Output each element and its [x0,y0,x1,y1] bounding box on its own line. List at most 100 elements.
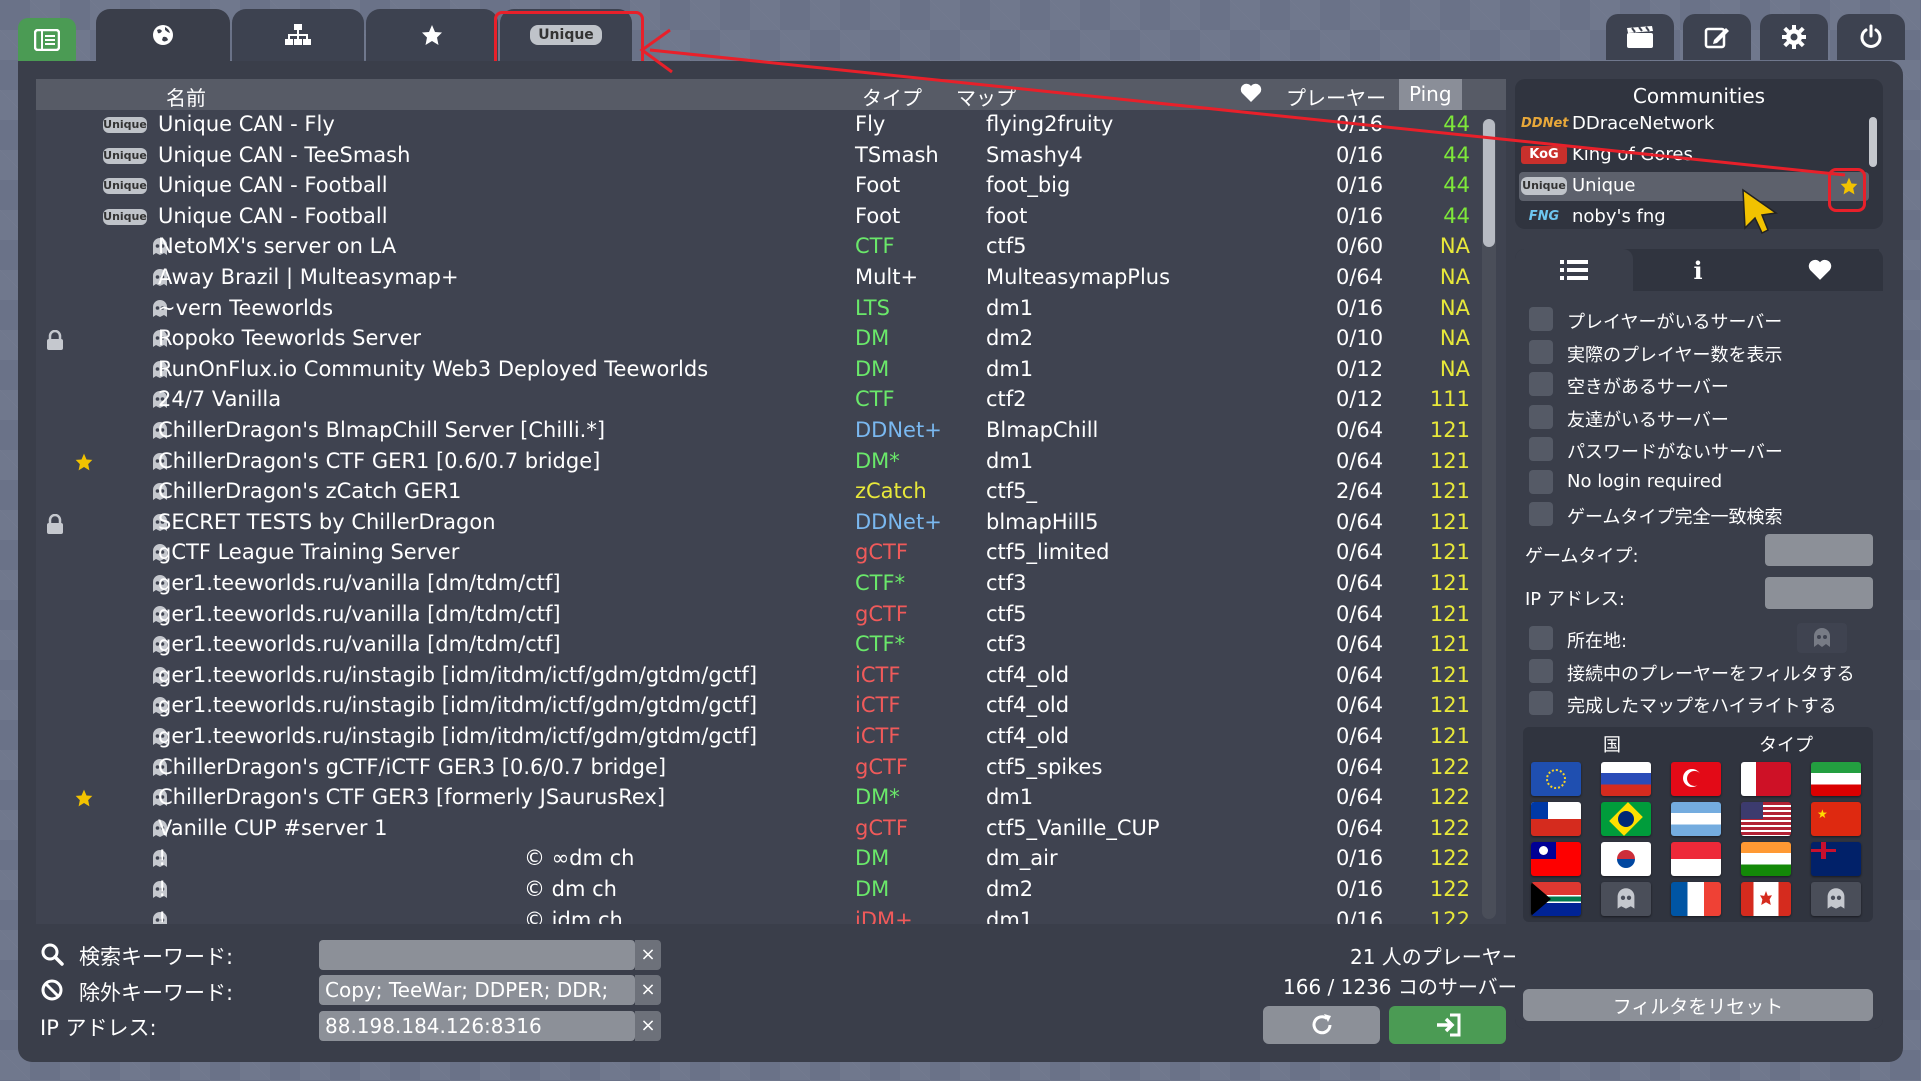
ip-filter-input[interactable] [1765,577,1873,609]
server-row[interactable]: 24/7 Vanilla CTF ctf2 0/12 111 [36,385,1506,416]
server-row[interactable]: Unique Unique CAN - Football Foot foot_big 0… [36,171,1506,202]
filter-checkbox[interactable] [1529,307,1553,331]
france-flag-icon[interactable] [1671,882,1721,916]
list-scrollbar[interactable] [1482,119,1496,919]
type-tab[interactable]: タイプ [1759,731,1813,757]
connect-button[interactable] [1389,1006,1506,1044]
quit-button[interactable] [1837,14,1905,60]
community-item[interactable]: KoG King of Gores [1519,141,1869,170]
server-row[interactable]: ChillerDragon's CTF GER1 [0.6/0.7 bridge… [36,447,1506,478]
filter-checkbox[interactable] [1529,437,1553,461]
server-row[interactable]: ! © idm ch iDM+ dm1 0/16 122 [36,906,1506,924]
server-row[interactable]: ger1.teeworlds.ru/instagib [idm/itdm/ict… [36,722,1506,753]
server-row[interactable]: Away Brazil | Multeasymap+ Mult+ Multeasym… [36,263,1506,294]
server-row[interactable]: ! © ∞dm ch DM dm_air 0/16 122 [36,844,1506,875]
usa-flag-icon[interactable] [1741,802,1791,836]
server-players: 0/16 [1336,907,1384,924]
server-row[interactable]: ChillerDragon's gCTF/iCTF GER3 [0.6/0.7 … [36,753,1506,784]
search-clear-button[interactable]: × [635,940,661,970]
communities-scrollbar[interactable] [1869,117,1877,167]
server-row[interactable]: Unique Unique CAN - Football Foot foot 0/16 4… [36,202,1506,233]
server-row[interactable]: ger1.teeworlds.ru/vanilla [dm/tdm/ctf] CT… [36,630,1506,661]
server-row[interactable]: Unique Unique CAN - TeeSmash TSmash Smashy4… [36,141,1506,172]
location-checkbox[interactable] [1529,626,1553,650]
editor-button[interactable] [1683,14,1751,60]
server-row[interactable]: ger1.teeworlds.ru/instagib [idm/itdm/ict… [36,691,1506,722]
iran-flag-icon[interactable] [1811,762,1861,796]
bahrain-flag-icon[interactable] [1741,762,1791,796]
community-item[interactable]: Unique Unique [1519,172,1869,201]
column-type[interactable]: タイプ [862,82,922,111]
server-row[interactable]: Vanille CUP #server 1 gCTF ctf5_Vanille_CU… [36,814,1506,845]
server-row[interactable]: ChillerDragon's CTF GER3 [formerly JSaur… [36,783,1506,814]
singapore-flag-icon[interactable] [1671,842,1721,876]
filter-checkbox[interactable] [1529,502,1553,526]
tab-lan[interactable] [232,9,364,61]
unknown-flag-icon[interactable] [1811,882,1861,916]
column-friends[interactable] [1240,83,1262,108]
settings-button[interactable] [1760,14,1828,60]
reset-filter-button[interactable]: フィルタをリセット [1523,989,1873,1021]
filter-connecting-checkbox[interactable] [1529,659,1553,683]
server-browser-tab[interactable] [18,18,76,61]
highlight-finished-checkbox[interactable] [1529,691,1553,715]
server-row[interactable]: Unique Unique CAN - Fly Fly flying2fruity 0/… [36,110,1506,141]
south-africa-flag-icon[interactable] [1531,882,1581,916]
china-flag-icon[interactable]: ★ [1811,802,1861,836]
korea-flag-icon[interactable] [1601,842,1651,876]
community-item[interactable]: FNG noby's fng [1519,203,1869,232]
india-flag-icon[interactable] [1741,842,1791,876]
filter-checkbox[interactable] [1529,339,1553,364]
server-row[interactable]: ChillerDragon's BlmapChill Server [Chill… [36,416,1506,447]
brazil-flag-icon[interactable] [1601,802,1651,836]
turkey-flag-icon[interactable] [1671,762,1721,796]
filter-checkbox[interactable] [1529,372,1553,396]
server-row[interactable]: ger1.teeworlds.ru/vanilla [dm/tdm/ctf] CT… [36,569,1506,600]
server-row[interactable]: ~vern Teeworlds LTS dm1 0/16 NA [36,294,1506,325]
server-map: ctf2 [986,387,1027,412]
canada-flag-icon[interactable] [1741,882,1791,916]
highlight-finished-label: 完成したマップをハイライトする [1567,696,1837,717]
server-ping: 121 [1429,540,1470,565]
column-name[interactable]: 名前 [166,82,206,111]
taiwan-flag-icon[interactable] [1531,842,1581,876]
argentina-flag-icon[interactable] [1671,802,1721,836]
server-row[interactable]: ChillerDragon's zCatch GER1 zCatch ctf5_ 2/… [36,477,1506,508]
filter-checkbox[interactable] [1529,404,1553,429]
demos-button[interactable] [1606,14,1674,60]
server-row[interactable]: RunOnFlux.io Community Web3 Deployed Tee… [36,355,1506,386]
unknown-flag-icon[interactable] [1601,882,1651,916]
ip-address-clear-button[interactable]: × [635,1011,661,1041]
exclude-clear-button[interactable]: × [635,975,661,1005]
server-row[interactable]: Ropoko Teeworlds Server DM dm2 0/10 NA [36,324,1506,355]
australia-flag-icon[interactable] [1811,842,1861,876]
column-ping[interactable]: Ping [1399,79,1462,110]
filter-tab-friends[interactable] [1761,249,1879,291]
filter-tab-list[interactable] [1515,249,1633,291]
server-row[interactable]: ger1.teeworlds.ru/vanilla [dm/tdm/ctf] gC… [36,600,1506,631]
server-row[interactable]: ! © dm ch DM dm2 0/16 122 [36,875,1506,906]
tab-favorites[interactable] [366,9,498,61]
filter-checkbox[interactable] [1529,469,1553,494]
country-tab[interactable]: 国 [1603,731,1621,757]
column-map[interactable]: マップ [956,82,1016,111]
filter-tab-info[interactable]: i [1639,249,1757,291]
eu-flag-icon[interactable] [1531,762,1581,796]
server-row[interactable]: SECRET TESTS by ChillerDragon DDNet+ blmap… [36,508,1506,539]
community-item[interactable]: DDNet DDraceNetwork [1519,110,1869,139]
search-input[interactable] [319,940,635,970]
refresh-button[interactable] [1263,1006,1380,1044]
list-scrollbar-thumb[interactable] [1483,119,1495,247]
column-players[interactable]: プレーヤー [1286,82,1386,111]
ip-address-input[interactable]: 88.198.184.126:8316 [319,1011,635,1041]
gametype-input[interactable] [1765,534,1873,566]
tab-internet[interactable] [96,9,230,61]
exclude-input[interactable]: Copy; TeeWar; DDPER; DDR; [319,975,635,1005]
chile-flag-icon[interactable] [1531,802,1581,836]
server-row[interactable]: NetoMX's server on LA CTF ctf5 0/60 NA [36,232,1506,263]
server-row[interactable]: gCTF League Training Server gCTF ctf5_limi… [36,538,1506,569]
location-select[interactable] [1797,623,1847,653]
russia-flag-icon[interactable] [1601,762,1651,796]
server-row[interactable]: ger1.teeworlds.ru/instagib [idm/itdm/ict… [36,661,1506,692]
server-gametype: DM [855,356,890,381]
